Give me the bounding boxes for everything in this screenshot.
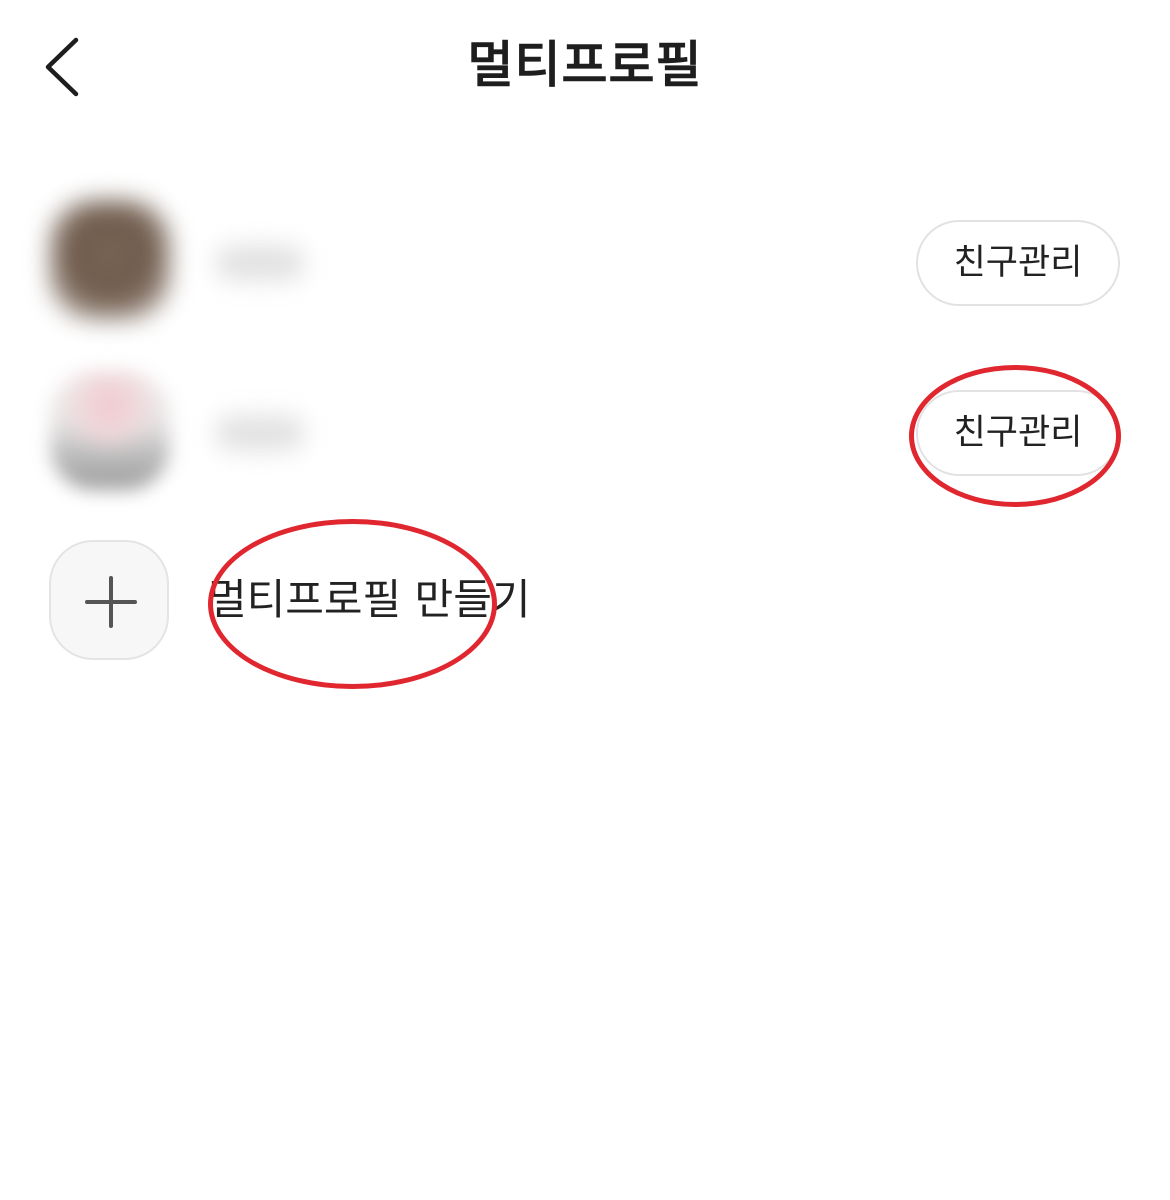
plus-icon: [85, 576, 137, 628]
manage-friends-button[interactable]: 친구관리: [916, 390, 1120, 476]
app-header: 멀티프로필: [0, 0, 1170, 140]
avatar: [50, 200, 170, 320]
profile-row-default[interactable]: 친구관리: [0, 190, 1170, 340]
profile-name-blurred: [215, 415, 305, 451]
page-title: 멀티프로필: [467, 36, 703, 94]
manage-friends-button[interactable]: 친구관리: [916, 220, 1120, 306]
create-multiprofile-label: 멀티프로필 만들기: [208, 575, 531, 624]
avatar: [50, 370, 170, 490]
add-profile-tile[interactable]: [49, 540, 169, 660]
profile-name-blurred: [215, 245, 305, 281]
create-multiprofile-button[interactable]: 멀티프로필 만들기: [0, 535, 1170, 670]
profile-row-multi[interactable]: 친구관리: [0, 360, 1170, 510]
